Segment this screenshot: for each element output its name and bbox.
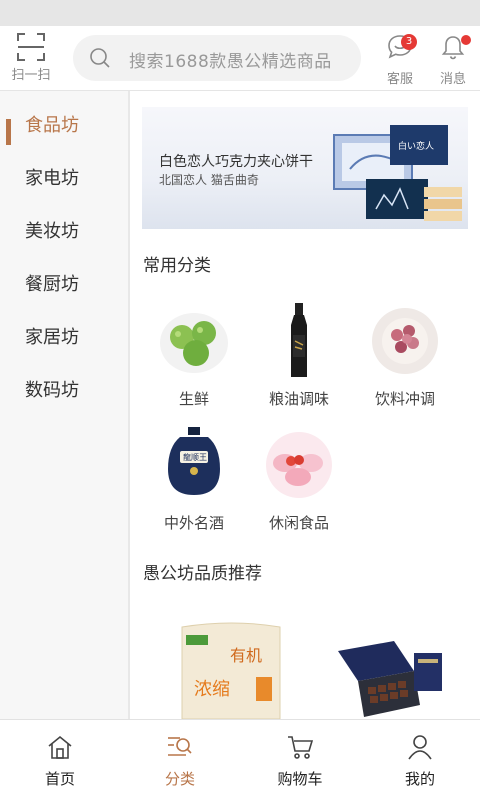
tab-me-label: 我的 (404, 770, 435, 788)
service-label: 客服 (386, 72, 413, 87)
category-snacks[interactable]: 休闲食品 (249, 427, 349, 533)
search-input[interactable]: 搜索1688款愚公精选商品 (73, 35, 361, 81)
apple-icon (156, 303, 232, 379)
promo-banner[interactable]: 白色恋人巧克力夹心饼干 北国恋人 猫舌曲奇 白い恋人 (142, 107, 468, 229)
liquor-jar-icon: 龍顺王 (156, 427, 232, 503)
common-category-title: 常用分类 (143, 256, 211, 276)
message-dot (461, 35, 471, 45)
recommend-title: 愚公坊品质推荐 (143, 564, 262, 584)
sidebar-item-home[interactable]: 家居坊 (0, 311, 128, 364)
main-content: 白色恋人巧克力夹心饼干 北国恋人 猫舌曲奇 白い恋人 常用分类 生鲜 粮油调味 … (130, 91, 480, 719)
home-icon (48, 735, 72, 759)
category-sidebar: 食品坊 家电坊 美妆坊 餐厨坊 家居坊 数码坊 (0, 91, 130, 719)
category-fresh[interactable]: 生鲜 (144, 303, 244, 409)
cart-icon (288, 736, 314, 759)
recommend-item-yogurt[interactable]: 有机 浓缩 (176, 621, 286, 719)
header: 扫一扫 搜索1688款愚公精选商品 3 客服 消息 (0, 26, 480, 91)
status-bar (0, 0, 480, 26)
cookie-box-image: 白い恋人 (333, 125, 462, 221)
user-icon (408, 735, 432, 760)
yogurt-pack-image: 有机 浓缩 (181, 622, 281, 719)
tab-category-label: 分类 (164, 770, 195, 788)
oil-bottle-icon (261, 303, 337, 379)
yogurt-text-condensed: 浓缩 (194, 679, 230, 700)
sidebar-item-kitchen[interactable]: 餐厨坊 (0, 258, 128, 311)
svg-text:白い恋人: 白い恋人 (398, 140, 434, 152)
sidebar-item-digital[interactable]: 数码坊 (0, 364, 128, 417)
banner-subtitle: 北国恋人 猫舌曲奇 (159, 173, 259, 187)
category-grain-oil-label: 粮油调味 (268, 390, 329, 408)
category-liquor[interactable]: 龍顺王 中外名酒 (144, 427, 244, 533)
tab-cart[interactable]: 购物车 (260, 734, 340, 789)
scan-button[interactable]: 扫一扫 (6, 32, 56, 83)
tab-category[interactable]: 分类 (140, 734, 220, 789)
scan-icon (16, 32, 46, 62)
search-icon (90, 48, 110, 68)
category-liquor-label: 中外名酒 (163, 514, 224, 532)
bottom-tab-bar: 首页 分类 购物车 我的 (0, 719, 480, 801)
banner-title: 白色恋人巧克力夹心饼干 (159, 154, 313, 170)
category-drinks-label: 饮料冲调 (374, 390, 435, 408)
yogurt-text-organic: 有机 (230, 646, 262, 665)
tab-home[interactable]: 首页 (20, 734, 100, 789)
sidebar-item-food[interactable]: 食品坊 (0, 99, 128, 152)
scan-label: 扫一扫 (11, 68, 51, 83)
service-badge: 3 (401, 34, 417, 50)
tab-me[interactable]: 我的 (380, 734, 460, 789)
tab-cart-label: 购物车 (277, 770, 323, 788)
category-fresh-label: 生鲜 (178, 390, 209, 408)
category-drinks[interactable]: 饮料冲调 (355, 303, 455, 409)
customer-service-button[interactable]: 3 客服 (380, 32, 420, 87)
sidebar-item-beauty[interactable]: 美妆坊 (0, 205, 128, 258)
tab-home-label: 首页 (44, 770, 75, 788)
marshmallow-icon (261, 427, 337, 503)
recommend-item-chocolate[interactable] (334, 639, 446, 719)
svg-text:龍顺王: 龍顺王 (183, 452, 207, 462)
category-grain-oil[interactable]: 粮油调味 (249, 303, 349, 409)
category-snacks-label: 休闲食品 (268, 514, 329, 532)
search-placeholder: 搜索1688款愚公精选商品 (129, 52, 332, 72)
sidebar-item-appliances[interactable]: 家电坊 (0, 152, 128, 205)
message-label: 消息 (439, 72, 466, 87)
chocolate-box-image (338, 641, 442, 717)
flower-tea-icon (367, 303, 443, 379)
category-search-icon (168, 737, 192, 756)
messages-button[interactable]: 消息 (433, 32, 473, 87)
